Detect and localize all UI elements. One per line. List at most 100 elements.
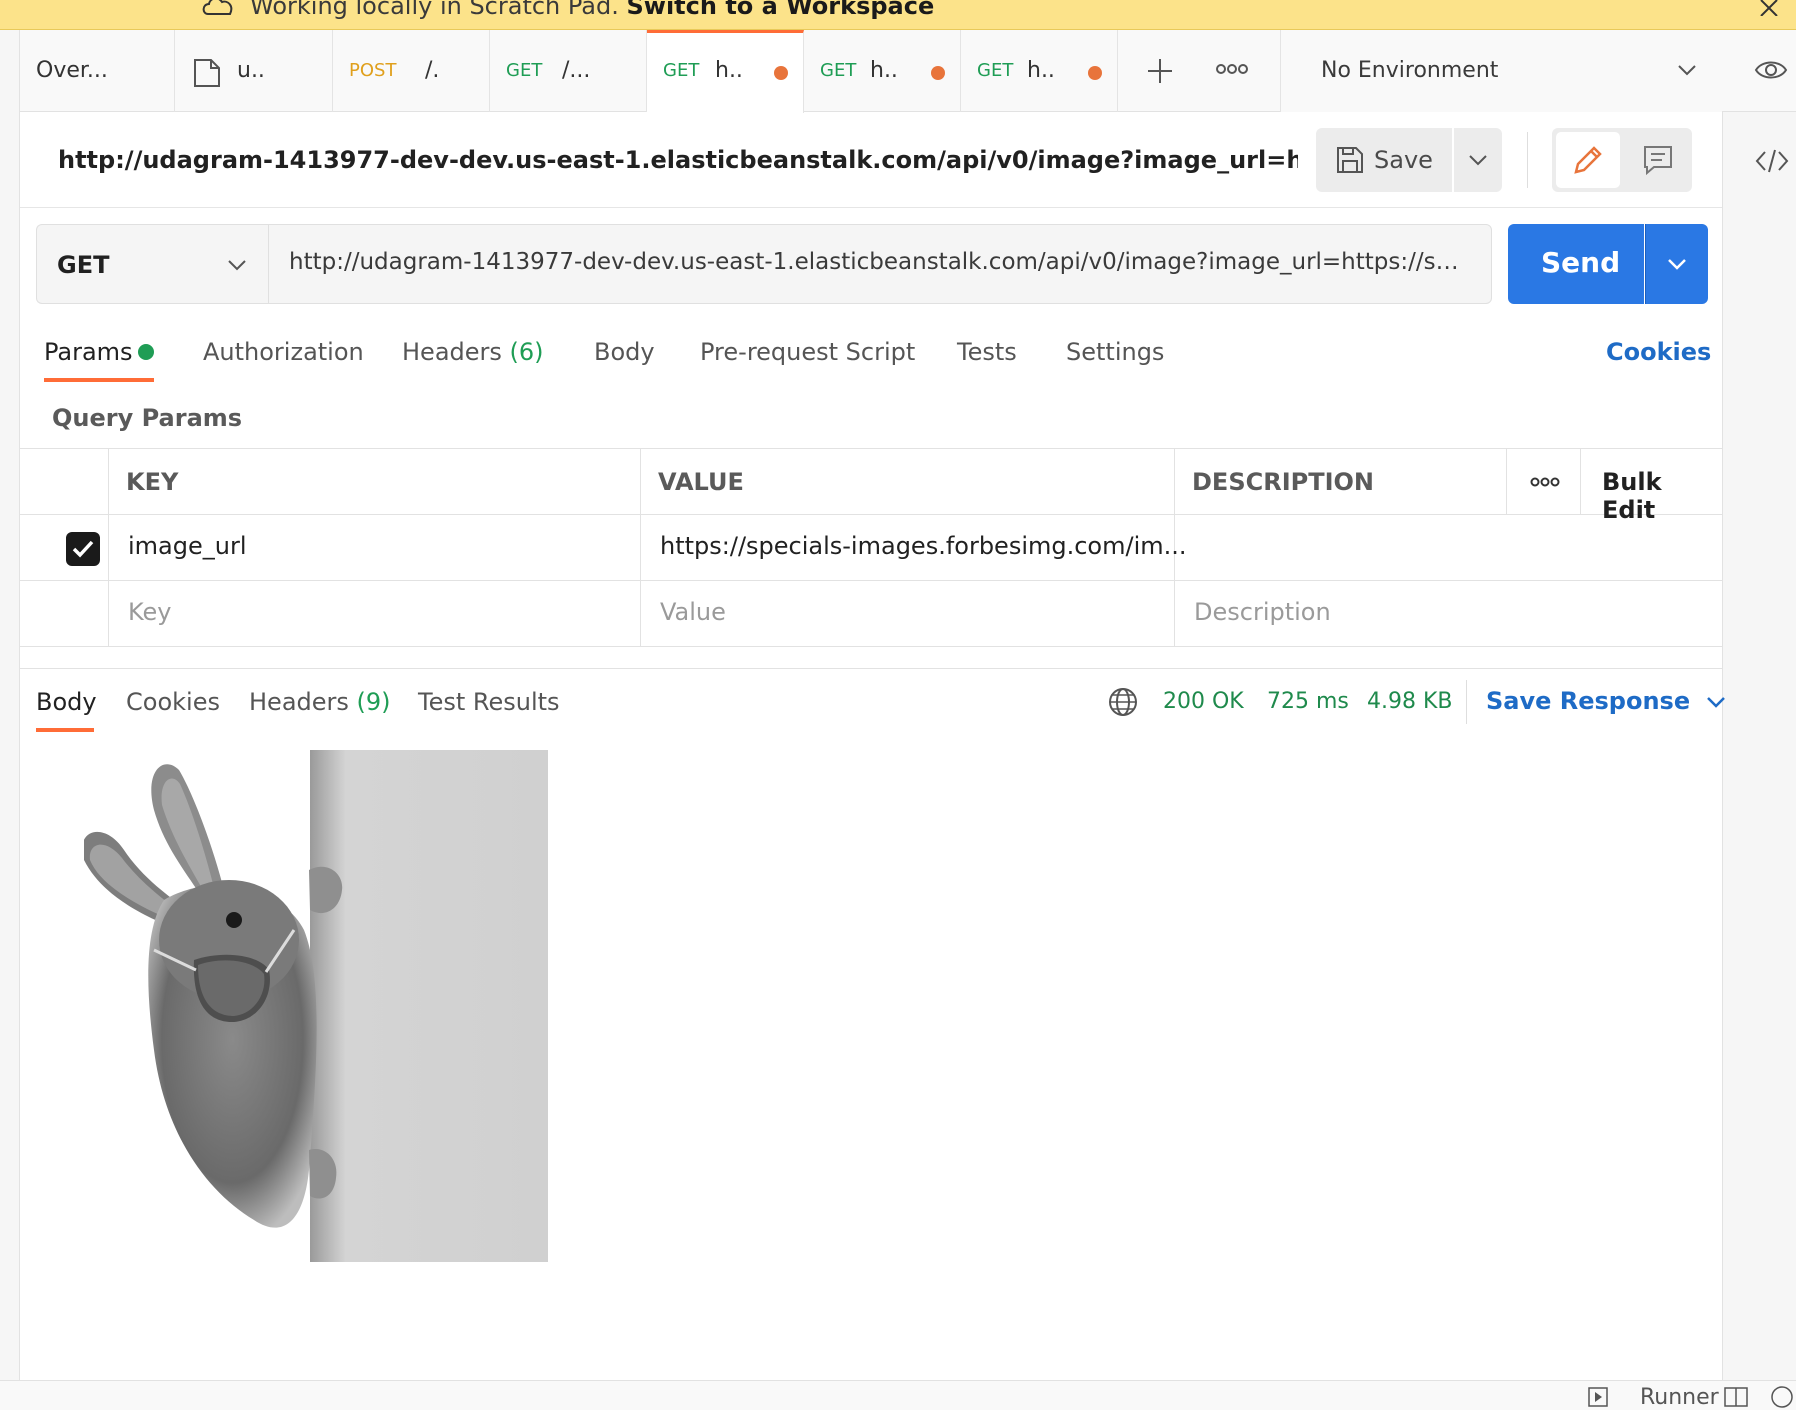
send-button[interactable]: Send bbox=[1508, 224, 1644, 304]
response-tab-headers[interactable]: Headers (9) bbox=[249, 688, 391, 716]
response-size[interactable]: 4.98 KB bbox=[1367, 689, 1453, 714]
tab-params[interactable]: Params bbox=[44, 338, 133, 366]
tab-get-request-1[interactable]: GET /... bbox=[490, 30, 647, 112]
tab-tests[interactable]: Tests bbox=[957, 338, 1017, 366]
response-body-tab-underline bbox=[36, 728, 94, 732]
new-param-description-input[interactable]: Description bbox=[1194, 598, 1331, 626]
divider bbox=[1527, 132, 1528, 188]
column-header-description: DESCRIPTION bbox=[1192, 468, 1375, 496]
unsaved-dot bbox=[1088, 66, 1102, 80]
request-title[interactable]: http://udagram-1413977-dev-dev.us-east-1… bbox=[58, 146, 1298, 174]
comment-icon[interactable] bbox=[1642, 144, 1674, 176]
bulk-edit-button[interactable]: Bulk Edit bbox=[1602, 468, 1722, 524]
pencil-icon bbox=[1572, 144, 1604, 176]
response-tab-test-results[interactable]: Test Results bbox=[418, 688, 560, 716]
save-options-button[interactable] bbox=[1454, 128, 1502, 192]
divider bbox=[1506, 448, 1507, 514]
tab-title: Over... bbox=[36, 58, 108, 83]
chevron-down-icon bbox=[1706, 696, 1726, 708]
param-key[interactable]: image_url bbox=[128, 532, 247, 560]
divider bbox=[108, 448, 109, 646]
chevron-down-icon bbox=[227, 259, 247, 271]
tab-get-request-active[interactable]: GET h.. bbox=[647, 30, 804, 113]
params-active-dot bbox=[138, 344, 154, 360]
runner-button[interactable]: Runner bbox=[1640, 1385, 1719, 1410]
tab-headers-label: Headers bbox=[402, 338, 502, 366]
switch-workspace-link[interactable]: Switch to a Workspace bbox=[627, 0, 935, 20]
cloud-off-icon bbox=[202, 0, 236, 16]
tab-untitled[interactable]: u.. bbox=[175, 30, 333, 112]
status-bar: Runner bbox=[0, 1380, 1796, 1410]
tab-get-request-3[interactable]: GET h.. bbox=[961, 30, 1118, 112]
code-icon[interactable] bbox=[1755, 148, 1789, 174]
headers-count: (6) bbox=[509, 338, 544, 366]
help-icon[interactable] bbox=[1770, 1385, 1794, 1409]
tab-title: h.. bbox=[715, 58, 743, 83]
chevron-down-icon bbox=[1468, 154, 1488, 166]
save-response-label: Save Response bbox=[1486, 687, 1691, 715]
tab-title: /... bbox=[562, 58, 591, 83]
tab-prerequest-script[interactable]: Pre-request Script bbox=[700, 338, 915, 366]
tab-overview[interactable]: Over... bbox=[20, 30, 175, 112]
edit-mode-button[interactable] bbox=[1556, 132, 1620, 188]
divider bbox=[20, 646, 1722, 647]
divider bbox=[1580, 448, 1581, 514]
tab-body[interactable]: Body bbox=[594, 338, 655, 366]
new-param-value-input[interactable]: Value bbox=[660, 598, 726, 626]
tab-settings[interactable]: Settings bbox=[1066, 338, 1164, 366]
save-response-button[interactable]: Save Response bbox=[1486, 687, 1726, 715]
divider bbox=[20, 448, 1722, 449]
unsaved-dot bbox=[931, 66, 945, 80]
tab-method: GET bbox=[820, 60, 857, 81]
tab-headers[interactable]: Headers (6) bbox=[402, 338, 544, 366]
tab-title: h.. bbox=[870, 58, 898, 83]
divider bbox=[20, 514, 1722, 515]
tab-authorization[interactable]: Authorization bbox=[203, 338, 364, 366]
response-image bbox=[84, 750, 548, 1262]
new-tab-plus-icon[interactable] bbox=[1145, 56, 1175, 86]
divider bbox=[1466, 680, 1467, 724]
more-tabs-icon[interactable] bbox=[1216, 62, 1248, 76]
tab-title: u.. bbox=[237, 58, 265, 83]
left-sidebar-strip bbox=[0, 30, 20, 1410]
save-icon bbox=[1336, 146, 1364, 174]
new-param-key-input[interactable]: Key bbox=[128, 598, 172, 626]
environment-selector[interactable]: No Environment bbox=[1280, 30, 1722, 112]
globe-icon[interactable] bbox=[1108, 687, 1138, 717]
response-headers-count: (9) bbox=[356, 688, 391, 716]
param-enabled-checkbox[interactable] bbox=[66, 532, 100, 566]
cookies-link[interactable]: Cookies bbox=[1606, 338, 1711, 366]
params-tab-underline bbox=[44, 378, 154, 382]
send-options-button[interactable] bbox=[1645, 224, 1708, 304]
method-label: GET bbox=[57, 251, 110, 279]
query-params-table: KEY VALUE DESCRIPTION Bulk Edit image_ur… bbox=[20, 448, 1722, 648]
banner-text: Working locally in Scratch Pad. bbox=[250, 0, 619, 20]
method-select[interactable]: GET bbox=[36, 224, 268, 304]
divider bbox=[20, 207, 1722, 208]
column-header-key: KEY bbox=[126, 468, 179, 496]
layout-icon[interactable] bbox=[1724, 1387, 1748, 1407]
status-code[interactable]: 200 OK bbox=[1163, 689, 1244, 714]
mode-toggle-group bbox=[1552, 128, 1692, 192]
runner-icon bbox=[1588, 1387, 1608, 1407]
response-tab-body[interactable]: Body bbox=[36, 688, 97, 716]
response-tab-cookies[interactable]: Cookies bbox=[126, 688, 220, 716]
column-header-value: VALUE bbox=[658, 468, 744, 496]
save-button[interactable]: Save bbox=[1316, 128, 1452, 192]
tab-post-request[interactable]: POST /. bbox=[333, 30, 490, 112]
divider bbox=[640, 448, 641, 646]
param-value[interactable]: https://specials-images.forbesimg.com/im… bbox=[660, 532, 1187, 560]
response-time[interactable]: 725 ms bbox=[1267, 689, 1349, 714]
more-options-icon[interactable] bbox=[1530, 476, 1560, 488]
unsaved-dot bbox=[774, 66, 788, 80]
chevron-down-icon bbox=[1677, 64, 1697, 76]
eye-icon[interactable] bbox=[1754, 58, 1788, 82]
response-headers-label: Headers bbox=[249, 688, 349, 716]
tab-method: POST bbox=[349, 60, 397, 81]
url-input[interactable]: http://udagram-1413977-dev-dev.us-east-1… bbox=[268, 224, 1492, 304]
tab-get-request-2[interactable]: GET h.. bbox=[804, 30, 961, 112]
tab-method: GET bbox=[977, 60, 1014, 81]
environment-label: No Environment bbox=[1321, 58, 1499, 83]
tab-title: /. bbox=[425, 58, 440, 83]
close-icon[interactable] bbox=[1758, 0, 1780, 16]
